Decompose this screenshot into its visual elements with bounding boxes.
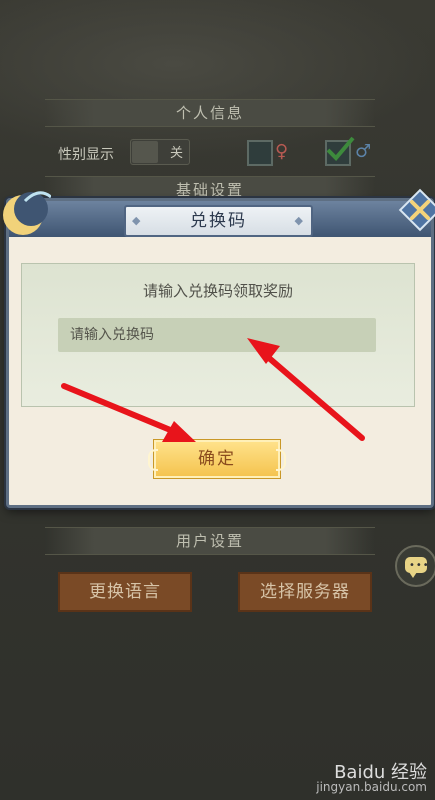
change-language-button[interactable]: 更换语言: [58, 572, 192, 612]
close-button[interactable]: [397, 187, 435, 233]
chat-button[interactable]: •••: [395, 545, 435, 587]
watermark: Baidu 经验 jingyan.baidu.com: [316, 762, 427, 795]
gender-display-toggle[interactable]: 关: [130, 139, 190, 165]
select-server-button[interactable]: 选择服务器: [238, 572, 372, 612]
female-checkbox[interactable]: [247, 140, 273, 166]
crescent-moon-icon: [3, 191, 51, 235]
redeem-prompt: 请输入兑换码领取奖励: [142, 282, 293, 300]
watermark-brand: Baidu 经验: [334, 762, 427, 783]
redeem-panel: 请输入兑换码领取奖励: [21, 263, 415, 407]
male-icon: ♂: [355, 141, 372, 162]
section-header-personal: 个人信息: [45, 99, 375, 127]
section-header-user: 用户设置: [45, 527, 375, 555]
redeem-code-dialog: 兑换码 请输入兑换码领取奖励 确定: [3, 188, 435, 508]
redeem-code-input[interactable]: [58, 318, 376, 352]
dialog-title: 兑换码: [124, 205, 313, 237]
female-icon: ♀: [275, 141, 289, 162]
background-mist: [0, 0, 435, 160]
toggle-state-label: 关: [169, 146, 183, 161]
chat-dots-icon: •••: [409, 560, 430, 571]
watermark-url: jingyan.baidu.com: [316, 780, 427, 794]
dialog-header: 兑换码: [9, 201, 431, 237]
male-checkbox[interactable]: [325, 136, 355, 166]
checkmark-icon: [326, 136, 355, 161]
confirm-button[interactable]: 确定: [148, 439, 286, 479]
gender-display-label: 性别显示: [58, 147, 114, 163]
toggle-knob: [132, 141, 158, 163]
